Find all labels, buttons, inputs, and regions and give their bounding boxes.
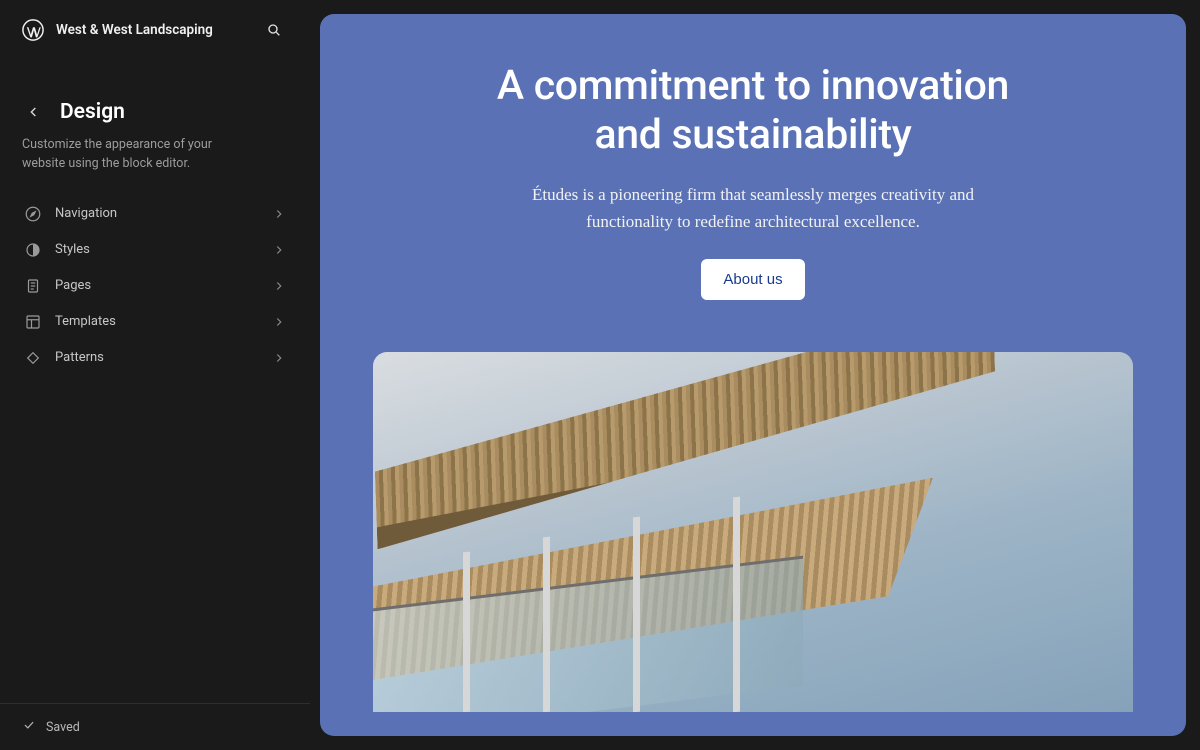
diamond-icon (24, 349, 42, 367)
page-icon (24, 277, 42, 295)
panel-title: Design (60, 100, 125, 124)
design-nav-list: Navigation Styles Pages (0, 192, 310, 380)
hero-title: A commitment to innovation and sustainab… (493, 62, 1013, 160)
save-status: Saved (0, 703, 310, 750)
check-icon (22, 718, 36, 736)
back-button[interactable] (22, 100, 46, 124)
site-preview: A commitment to innovation and sustainab… (310, 0, 1200, 750)
hero-section: A commitment to innovation and sustainab… (493, 62, 1013, 300)
nav-item-label: Patterns (55, 350, 259, 365)
chevron-right-icon (272, 315, 286, 329)
nav-item-patterns[interactable]: Patterns (12, 340, 298, 376)
chevron-right-icon (272, 351, 286, 365)
site-title[interactable]: West & West Landscaping (56, 22, 248, 38)
compass-icon (24, 205, 42, 223)
chevron-right-icon (272, 243, 286, 257)
half-circle-icon (24, 241, 42, 259)
nav-item-label: Pages (55, 278, 259, 293)
nav-item-styles[interactable]: Styles (12, 232, 298, 268)
command-search-button[interactable] (260, 16, 288, 44)
hero-title-line2: and sustainability (594, 111, 911, 159)
preview-canvas[interactable]: A commitment to innovation and sustainab… (320, 14, 1186, 736)
nav-item-label: Styles (55, 242, 259, 257)
nav-item-label: Navigation (55, 206, 259, 221)
save-status-label: Saved (46, 720, 80, 735)
nav-item-navigation[interactable]: Navigation (12, 196, 298, 232)
chevron-right-icon (272, 279, 286, 293)
nav-item-templates[interactable]: Templates (12, 304, 298, 340)
layout-icon (24, 313, 42, 331)
hero-image (373, 352, 1133, 712)
panel-header: Design (0, 58, 310, 130)
about-us-button[interactable]: About us (701, 259, 804, 300)
wordpress-logo-icon[interactable] (22, 19, 44, 41)
editor-sidebar: West & West Landscaping Design Customize… (0, 0, 310, 750)
panel-description: Customize the appearance of your website… (0, 130, 280, 192)
hero-title-line1: A commitment to innovation (497, 62, 1009, 110)
sidebar-topbar: West & West Landscaping (0, 0, 310, 58)
chevron-right-icon (272, 207, 286, 221)
nav-item-pages[interactable]: Pages (12, 268, 298, 304)
hero-subtext: Études is a pioneering firm that seamles… (493, 182, 1013, 235)
nav-item-label: Templates (55, 314, 259, 329)
